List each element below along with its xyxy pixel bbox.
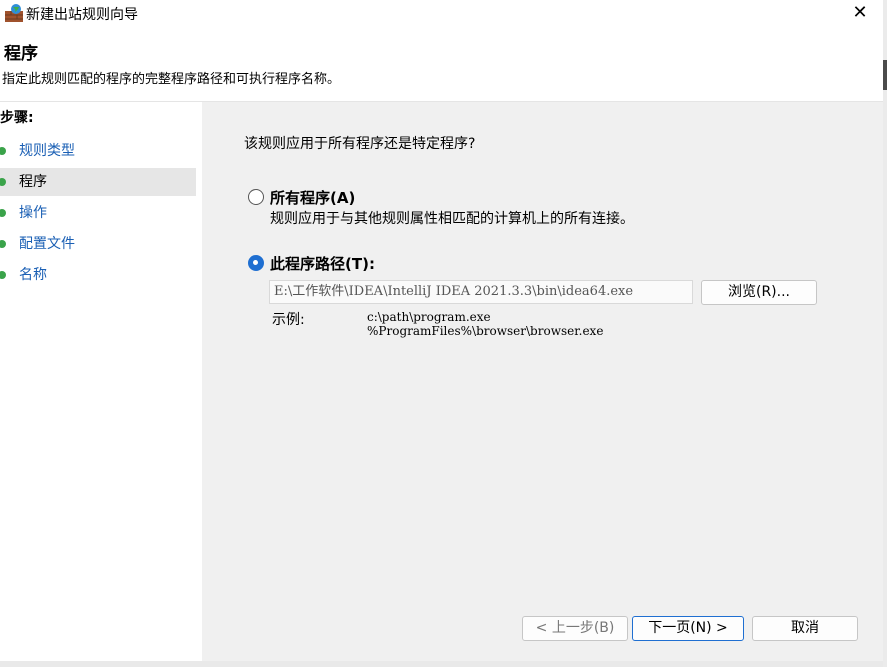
step-label: 程序	[19, 174, 47, 190]
program-path-input[interactable]: E:\工作软件\IDEA\IntelliJ IDEA 2021.3.3\bin\…	[269, 280, 693, 304]
wizard-header: 程序 指定此规则匹配的程序的完整程序路径和可执行程序名称。	[0, 28, 887, 102]
window-edge	[883, 0, 887, 667]
back-button[interactable]: < 上一步(B)	[522, 616, 628, 641]
scope-question: 该规则应用于所有程序还是特定程序?	[244, 136, 476, 152]
program-path-label[interactable]: 此程序路径(T):	[270, 253, 375, 274]
firewall-icon	[5, 4, 23, 22]
cancel-button[interactable]: 取消	[752, 616, 858, 641]
step-rule-type[interactable]: 规则类型	[0, 137, 196, 165]
step-label: 名称	[19, 267, 47, 283]
steps-title: 步骤:	[0, 110, 34, 126]
example-text: c:\path\program.exe %ProgramFiles%\brows…	[367, 310, 604, 338]
browse-button[interactable]: 浏览(R)...	[701, 280, 817, 305]
page-title: 程序	[4, 44, 38, 64]
page-description: 指定此规则匹配的程序的完整程序路径和可执行程序名称。	[2, 72, 341, 87]
bullet-dot-icon	[0, 271, 6, 279]
next-button[interactable]: 下一页(N) >	[632, 616, 744, 641]
program-path-radio[interactable]	[248, 255, 264, 271]
bottom-edge	[0, 661, 883, 667]
scrollbar-thumb[interactable]	[883, 60, 887, 90]
title-bar: 新建出站规则向导 ✕	[0, 0, 887, 28]
steps-panel: 步骤: 规则类型 程序 操作 配置文件 名称	[0, 102, 200, 667]
step-profile[interactable]: 配置文件	[0, 230, 196, 258]
step-action[interactable]: 操作	[0, 199, 196, 227]
bullet-dot-icon	[0, 240, 6, 248]
step-program: 程序	[0, 168, 196, 196]
step-label: 配置文件	[19, 236, 75, 252]
step-label: 规则类型	[19, 143, 75, 159]
all-programs-description: 规则应用于与其他规则属性相匹配的计算机上的所有连接。	[270, 211, 634, 227]
step-label: 操作	[19, 205, 47, 221]
step-name[interactable]: 名称	[0, 261, 196, 289]
window-title: 新建出站规则向导	[26, 7, 138, 23]
all-programs-radio[interactable]	[248, 189, 264, 205]
close-icon: ✕	[852, 2, 868, 23]
example-label: 示例:	[272, 312, 305, 328]
bullet-dot-icon	[0, 178, 6, 186]
close-button[interactable]: ✕	[849, 2, 871, 24]
all-programs-label[interactable]: 所有程序(A)	[270, 187, 355, 208]
bullet-dot-icon	[0, 147, 6, 155]
bullet-dot-icon	[0, 209, 6, 217]
content-panel: 该规则应用于所有程序还是特定程序? 所有程序(A) 规则应用于与其他规则属性相匹…	[202, 102, 883, 667]
